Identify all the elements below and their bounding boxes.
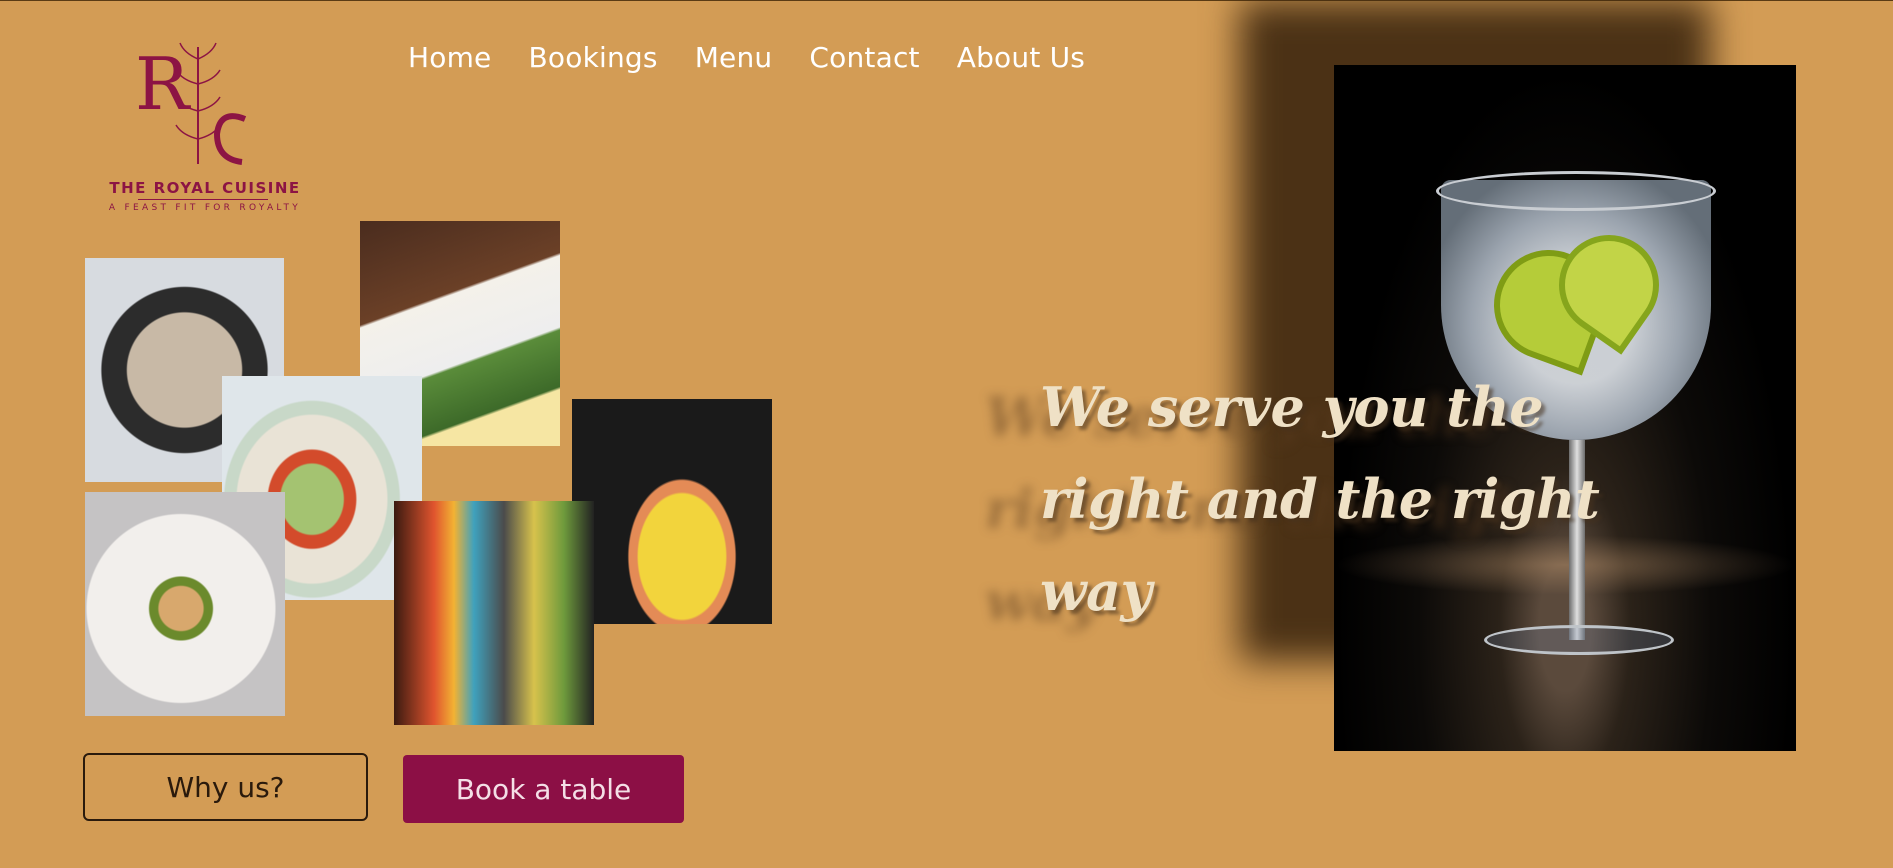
page: R THE ROYAL CUISINE A FEAST FIT FOR ROYA…	[0, 0, 1893, 868]
logo-divider	[138, 199, 268, 200]
nav-bookings[interactable]: Bookings	[529, 41, 658, 74]
brand-logo[interactable]: R THE ROYAL CUISINE A FEAST FIT FOR ROYA…	[90, 39, 330, 219]
food-photo-cocktails	[394, 501, 594, 725]
nav-contact[interactable]: Contact	[809, 41, 919, 74]
food-photo-noodle-dish	[572, 399, 772, 624]
hero-tagline: We serve you the right and the right way	[1040, 361, 1660, 637]
why-us-button[interactable]: Why us?	[83, 753, 368, 821]
glass-rim	[1436, 171, 1716, 211]
brand-tagline: A FEAST FIT FOR ROYALTY	[108, 203, 302, 213]
svg-text:R: R	[135, 42, 191, 126]
logo-monogram-icon: R	[135, 42, 247, 165]
brand-name: THE ROYAL CUISINE	[109, 179, 301, 197]
food-photo-plated-dessert	[85, 492, 285, 716]
hero-tagline-line2: right and the right way	[1040, 467, 1600, 623]
nav-menu[interactable]: Menu	[695, 41, 773, 74]
book-table-button[interactable]: Book a table	[403, 755, 684, 823]
main-nav: Home Bookings Menu Contact About Us	[408, 41, 1085, 74]
nav-home[interactable]: Home	[408, 41, 492, 74]
hero-tagline-line1: We serve you the	[1040, 375, 1544, 439]
nav-about-us[interactable]: About Us	[957, 41, 1085, 74]
